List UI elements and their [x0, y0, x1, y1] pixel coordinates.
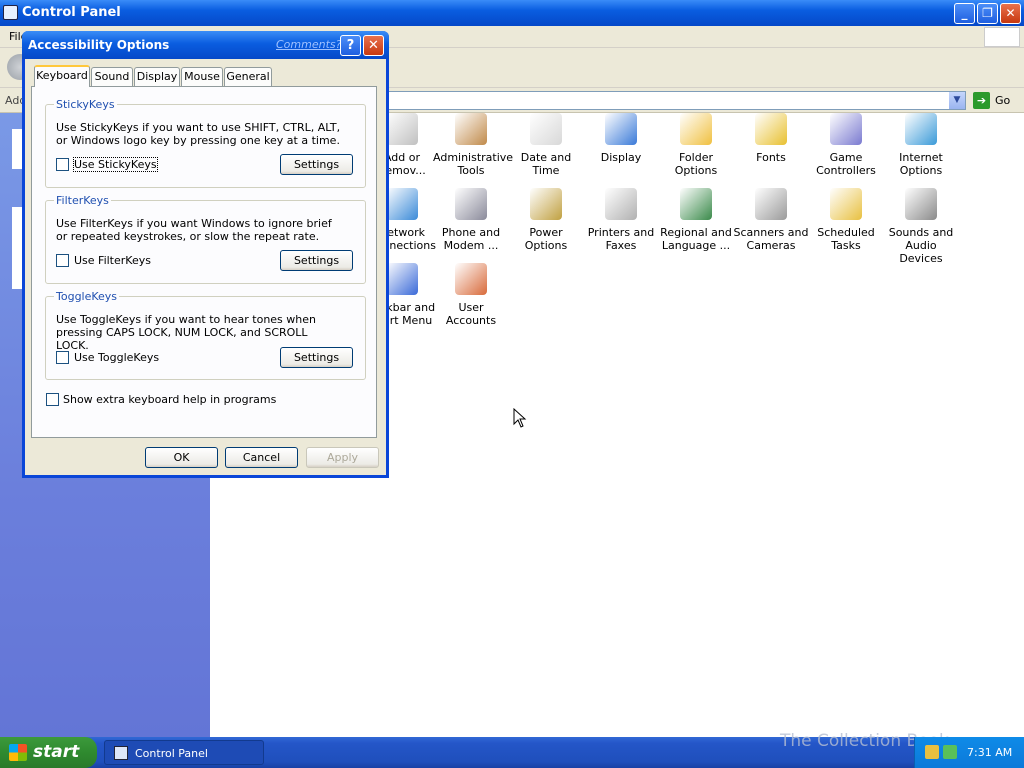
cp-item-scheduled-tasks[interactable]: Scheduled Tasks — [808, 188, 884, 252]
tab-keyboard[interactable]: Keyboard — [34, 65, 90, 87]
taskbar-item-label: Control Panel — [135, 747, 208, 760]
use-togglekeys-label[interactable]: Use ToggleKeys — [74, 351, 159, 364]
filterkeys-group: FilterKeys Use FilterKeys if you want Wi… — [45, 194, 366, 284]
window-title: Control Panel — [22, 5, 121, 20]
tab-mouse[interactable]: Mouse — [181, 67, 223, 86]
comments-link[interactable]: Comments? — [276, 38, 341, 51]
apply-button[interactable]: Apply — [306, 447, 379, 468]
display-icon — [605, 113, 637, 145]
start-button[interactable]: start — [0, 737, 97, 768]
dialog-close-button[interactable]: ✕ — [363, 35, 384, 56]
date-time-icon — [530, 113, 562, 145]
address-dropdown-button[interactable]: ▼ — [949, 92, 965, 109]
cp-item-user-accounts[interactable]: User Accounts — [433, 263, 509, 327]
keyboard-tab-panel: StickyKeys Use StickyKeys if you want to… — [31, 86, 377, 438]
start-label: start — [33, 742, 80, 762]
taskbar-item-control-panel[interactable]: Control Panel — [104, 740, 264, 765]
taskbar-start-icon — [386, 263, 418, 295]
admin-tools-icon — [455, 113, 487, 145]
dialog-titlebar[interactable]: Accessibility Options Comments? ? ✕ — [22, 31, 389, 59]
cp-item-power-options[interactable]: Power Options — [508, 188, 584, 252]
printers-faxes-icon — [605, 188, 637, 220]
tray-network-icon[interactable] — [943, 745, 957, 759]
folder-options-icon — [680, 113, 712, 145]
filterkeys-title: FilterKeys — [54, 194, 111, 207]
extra-keyboard-help-checkbox[interactable] — [46, 393, 59, 406]
system-tray: 7:31 AM — [914, 737, 1024, 768]
use-stickykeys-label[interactable]: Use StickyKeys — [73, 157, 158, 172]
user-accounts-icon — [455, 263, 487, 295]
filterkeys-settings-button[interactable]: Settings — [280, 250, 353, 271]
cp-item-folder-options[interactable]: Folder Options — [658, 113, 734, 177]
togglekeys-group: ToggleKeys Use ToggleKeys if you want to… — [45, 290, 366, 380]
windows-logo-icon — [984, 27, 1020, 47]
togglekeys-title: ToggleKeys — [54, 290, 120, 303]
mouse-cursor-icon — [513, 408, 527, 428]
cp-item-internet-options[interactable]: Internet Options — [883, 113, 959, 177]
cp-item-display[interactable]: Display — [583, 113, 659, 164]
cp-item-printers-faxes[interactable]: Printers and Faxes — [583, 188, 659, 252]
fonts-icon — [755, 113, 787, 145]
clock[interactable]: 7:31 AM — [967, 746, 1012, 759]
cp-item-administrative-tools[interactable]: Administrative Tools — [433, 113, 513, 177]
cp-item-regional-language[interactable]: Regional and Language ... — [658, 188, 734, 252]
close-button[interactable]: ✕ — [1000, 3, 1021, 24]
power-options-icon — [530, 188, 562, 220]
filterkeys-description: Use FilterKeys if you want Windows to ig… — [56, 217, 332, 243]
task-pane-box — [12, 129, 22, 169]
tab-sound[interactable]: Sound — [91, 67, 133, 86]
togglekeys-settings-button[interactable]: Settings — [280, 347, 353, 368]
minimize-button[interactable]: _ — [954, 3, 975, 24]
go-arrow-icon: ➔ — [973, 92, 990, 109]
scheduled-tasks-icon — [830, 188, 862, 220]
help-button[interactable]: ? — [340, 35, 361, 56]
phone-modem-icon — [455, 188, 487, 220]
stickykeys-group: StickyKeys Use StickyKeys if you want to… — [45, 98, 366, 188]
control-panel-icon — [3, 5, 18, 20]
regional-language-icon — [680, 188, 712, 220]
cp-item-phone-modem[interactable]: Phone and Modem ... — [433, 188, 509, 252]
stickykeys-description: Use StickyKeys if you want to use SHIFT,… — [56, 121, 341, 147]
tab-general[interactable]: General — [224, 67, 272, 86]
go-button[interactable]: ➔ Go — [972, 91, 1020, 110]
cp-item-date-time[interactable]: Date and Time — [508, 113, 584, 177]
restore-button[interactable]: ❐ — [977, 3, 998, 24]
internet-options-icon — [905, 113, 937, 145]
use-togglekeys-checkbox[interactable] — [56, 351, 69, 364]
game-controllers-icon — [830, 113, 862, 145]
extra-keyboard-help-label[interactable]: Show extra keyboard help in programs — [63, 393, 276, 406]
use-filterkeys-label[interactable]: Use FilterKeys — [74, 254, 151, 267]
use-stickykeys-checkbox[interactable] — [56, 158, 69, 171]
accessibility-options-dialog: Accessibility Options Comments? ? ✕ Keyb… — [22, 31, 389, 478]
cp-item-fonts[interactable]: Fonts — [733, 113, 809, 164]
sounds-audio-icon — [905, 188, 937, 220]
control-panel-icon — [114, 746, 128, 760]
stickykeys-settings-button[interactable]: Settings — [280, 154, 353, 175]
stickykeys-title: StickyKeys — [54, 98, 117, 111]
windows-flag-icon — [9, 744, 27, 761]
tray-accessibility-icon[interactable] — [925, 745, 939, 759]
task-pane-box — [12, 207, 22, 289]
use-filterkeys-checkbox[interactable] — [56, 254, 69, 267]
cancel-button[interactable]: Cancel — [225, 447, 298, 468]
network-connections-icon — [386, 188, 418, 220]
tab-display[interactable]: Display — [134, 67, 180, 86]
cp-item-scanners-cameras[interactable]: Scanners and Cameras — [733, 188, 809, 252]
dialog-title: Accessibility Options — [28, 38, 170, 52]
scanners-cameras-icon — [755, 188, 787, 220]
cp-item-game-controllers[interactable]: Game Controllers — [808, 113, 884, 177]
control-panel-titlebar[interactable]: Control Panel _ ❐ ✕ — [0, 0, 1024, 26]
ok-button[interactable]: OK — [145, 447, 218, 468]
cp-item-sounds-audio[interactable]: Sounds and Audio Devices — [883, 188, 959, 265]
add-remove-icon — [386, 113, 418, 145]
go-label: Go — [995, 94, 1011, 107]
